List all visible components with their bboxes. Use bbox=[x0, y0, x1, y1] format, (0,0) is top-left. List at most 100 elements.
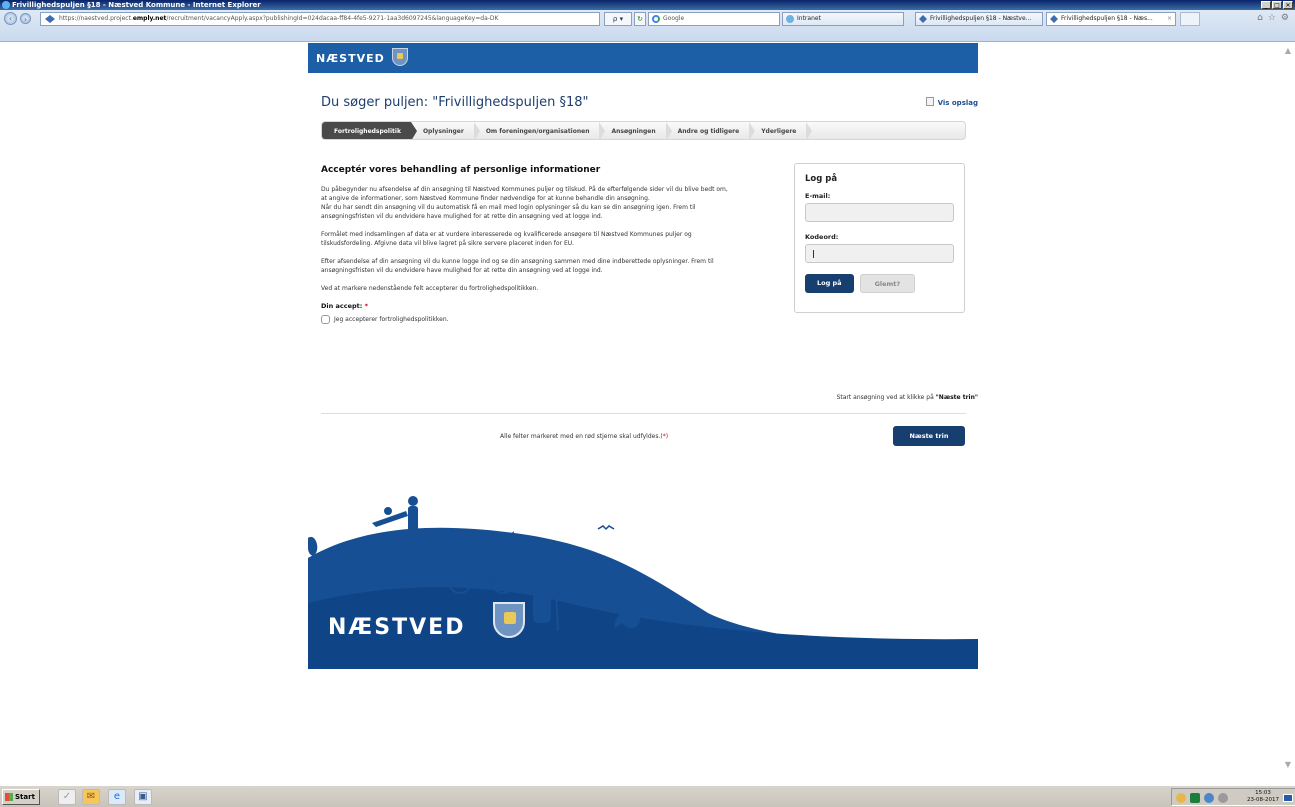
search-box[interactable]: Google bbox=[648, 12, 780, 26]
browser-viewport: NÆSTVED Du søger puljen: "Frivillighedsp… bbox=[0, 43, 1295, 773]
tab-frivillighedspuljen-active[interactable]: Frivillighedspuljen §18 - Næs... × bbox=[1046, 12, 1176, 26]
windows-taskbar: Start ✓ ✉ e ▣ 15:03 23-08-2017 bbox=[0, 785, 1295, 807]
tray-app-icon[interactable] bbox=[1176, 793, 1186, 803]
start-hint-bold: "Næste trin" bbox=[935, 394, 978, 401]
tab-intranet[interactable]: Intranet bbox=[782, 12, 904, 26]
emply-icon bbox=[1050, 15, 1058, 23]
google-icon bbox=[652, 15, 660, 23]
address-bar[interactable]: https://naestved.project.emply.net/recru… bbox=[40, 12, 600, 26]
login-button[interactable]: Log på bbox=[805, 274, 854, 293]
tab-frivillighedspuljen-1[interactable]: Frivillighedspuljen §18 - Næstve... bbox=[915, 12, 1043, 26]
tools-gear-icon[interactable]: ⚙ bbox=[1281, 13, 1289, 23]
outlook-icon[interactable]: ✉ bbox=[82, 789, 100, 805]
browser-toolbar: ‹ › https://naestved.project.emply.net/r… bbox=[0, 10, 1295, 42]
search-dropdown-icon[interactable]: ρ ▾ bbox=[604, 12, 632, 26]
scroll-down-icon[interactable]: ▼ bbox=[1281, 759, 1295, 771]
privacy-paragraph-1: Du påbegynder nu afsendelse af din ansøg… bbox=[321, 186, 728, 220]
new-tab-button[interactable] bbox=[1180, 12, 1200, 26]
footer-illustration: NÆSTVED bbox=[308, 463, 978, 669]
password-field[interactable] bbox=[805, 244, 954, 263]
page-title: Du søger puljen: "Frivillighedspuljen §1… bbox=[321, 95, 589, 110]
minimize-button[interactable]: _ bbox=[1261, 1, 1271, 9]
footer-coat-of-arms-icon bbox=[493, 602, 525, 638]
step-om-foreningen[interactable]: Om foreningen/organisationen bbox=[474, 122, 606, 139]
required-asterisk: * bbox=[364, 302, 369, 310]
site-logo[interactable]: NÆSTVED bbox=[316, 52, 385, 65]
remote-desktop-icon[interactable]: ▣ bbox=[134, 789, 152, 805]
clock-time: 15:03 bbox=[1255, 790, 1271, 796]
maximize-button[interactable]: □ bbox=[1272, 1, 1282, 9]
footer-logo: NÆSTVED bbox=[328, 615, 466, 640]
window-title-bar: Frivillighedspuljen §18 - Næstved Kommun… bbox=[0, 0, 1295, 10]
close-tab-icon[interactable]: × bbox=[1167, 13, 1172, 25]
back-button[interactable]: ‹ bbox=[4, 12, 17, 25]
system-tray: 15:03 23-08-2017 bbox=[1171, 788, 1295, 806]
windows-logo-icon bbox=[5, 793, 13, 801]
step-yderligere[interactable]: Yderligere bbox=[749, 122, 813, 139]
required-note: Alle felter markeret med en rød stjerne … bbox=[500, 433, 668, 440]
step-oplysninger[interactable]: Oplysninger bbox=[411, 122, 480, 139]
progress-steps: Fortrolighedspolitik Oplysninger Om fore… bbox=[321, 121, 966, 140]
window-controls: _ □ ✕ bbox=[1261, 1, 1293, 9]
required-note-text: Alle felter markeret med en rød stjerne … bbox=[500, 433, 661, 440]
section-title: Acceptér vores behandling af personlige … bbox=[321, 165, 601, 175]
required-note-mark: (*) bbox=[660, 433, 669, 440]
start-button[interactable]: Start bbox=[2, 789, 40, 805]
view-posting-link[interactable]: Vis opslag bbox=[925, 97, 978, 107]
tab-label: Intranet bbox=[797, 15, 821, 22]
password-label: Kodeord: bbox=[805, 233, 839, 241]
start-label: Start bbox=[15, 793, 35, 801]
window-title: Frivillighedspuljen §18 - Næstved Kommun… bbox=[12, 1, 261, 9]
browser-commands: ⌂ ☆ ⚙ bbox=[1257, 13, 1289, 23]
address-suffix: /recruitment/vacancyApply.aspx?publishin… bbox=[166, 15, 499, 22]
scroll-up-icon[interactable]: ▲ bbox=[1281, 45, 1295, 57]
start-hint: Start ansøgning ved at klikke på "Næste … bbox=[837, 394, 978, 401]
tab-label: Frivillighedspuljen §18 - Næs... bbox=[1061, 15, 1153, 22]
accept-label: Din accept: * bbox=[321, 302, 731, 310]
tray-volume-icon[interactable] bbox=[1218, 793, 1228, 803]
coat-of-arms-icon bbox=[392, 48, 408, 66]
next-step-button[interactable]: Næste trin bbox=[893, 426, 965, 446]
forgot-password-button[interactable]: Glemt? bbox=[859, 274, 916, 293]
system-clock[interactable]: 15:03 23-08-2017 bbox=[1247, 790, 1279, 804]
brand-header: NÆSTVED bbox=[308, 43, 978, 73]
application-page: NÆSTVED Du søger puljen: "Frivillighedsp… bbox=[308, 43, 978, 669]
accept-checkbox-row[interactable]: Jeg accepterer fortrolighedspolitikken. bbox=[321, 315, 731, 324]
login-title: Log på bbox=[805, 174, 838, 184]
privacy-paragraph-4: Ved at markere nedenstående felt accepte… bbox=[321, 285, 539, 292]
address-domain: emply.net bbox=[132, 15, 167, 22]
start-hint-text: Start ansøgning ved at klikke på bbox=[836, 394, 936, 401]
privacy-paragraph-3: Efter afsendelse af din ansøgning vil du… bbox=[321, 258, 714, 274]
login-panel: Log på E-mail: Kodeord: Log på Glemt? bbox=[794, 163, 965, 313]
text-cursor bbox=[813, 250, 814, 258]
ie-icon bbox=[2, 1, 10, 9]
home-icon[interactable]: ⌂ bbox=[1257, 13, 1263, 23]
accept-label-text: Din accept: bbox=[321, 302, 363, 310]
refresh-icon[interactable]: ↻ bbox=[634, 12, 646, 26]
vertical-scrollbar[interactable]: ▲ ▼ bbox=[1281, 43, 1295, 773]
privacy-paragraph-2: Formålet med indsamlingen af data er at … bbox=[321, 231, 692, 247]
document-icon bbox=[925, 97, 934, 106]
clock-date: 23-08-2017 bbox=[1247, 797, 1279, 803]
email-field[interactable] bbox=[805, 203, 954, 222]
view-posting-label: Vis opslag bbox=[937, 99, 978, 107]
forward-button[interactable]: › bbox=[20, 13, 31, 24]
step-fortrolighedspolitik[interactable]: Fortrolighedspolitik bbox=[322, 122, 417, 139]
accept-checkbox[interactable] bbox=[321, 315, 330, 324]
search-engine-label: Google bbox=[663, 15, 685, 22]
show-desktop-icon[interactable] bbox=[1283, 794, 1293, 802]
accept-checkbox-label[interactable]: Jeg accepterer fortrolighedspolitikken. bbox=[334, 316, 449, 323]
close-window-button[interactable]: ✕ bbox=[1283, 1, 1293, 9]
divider bbox=[321, 413, 966, 414]
intranet-icon bbox=[786, 15, 794, 23]
tray-network-icon[interactable] bbox=[1204, 793, 1214, 803]
tab-label: Frivillighedspuljen §18 - Næstve... bbox=[930, 15, 1032, 22]
quick-launch-app-icon[interactable]: ✓ bbox=[58, 789, 76, 805]
favorites-icon[interactable]: ☆ bbox=[1268, 13, 1276, 23]
login-buttons: Log på Glemt? bbox=[805, 274, 954, 293]
step-ansogningen[interactable]: Ansøgningen bbox=[599, 122, 672, 139]
step-andre-og-tidligere[interactable]: Andre og tidligere bbox=[666, 122, 755, 139]
privacy-section: Acceptér vores behandling af personlige … bbox=[321, 165, 731, 324]
internet-explorer-taskbar-icon[interactable]: e bbox=[108, 789, 126, 805]
tray-security-icon[interactable] bbox=[1190, 793, 1200, 803]
